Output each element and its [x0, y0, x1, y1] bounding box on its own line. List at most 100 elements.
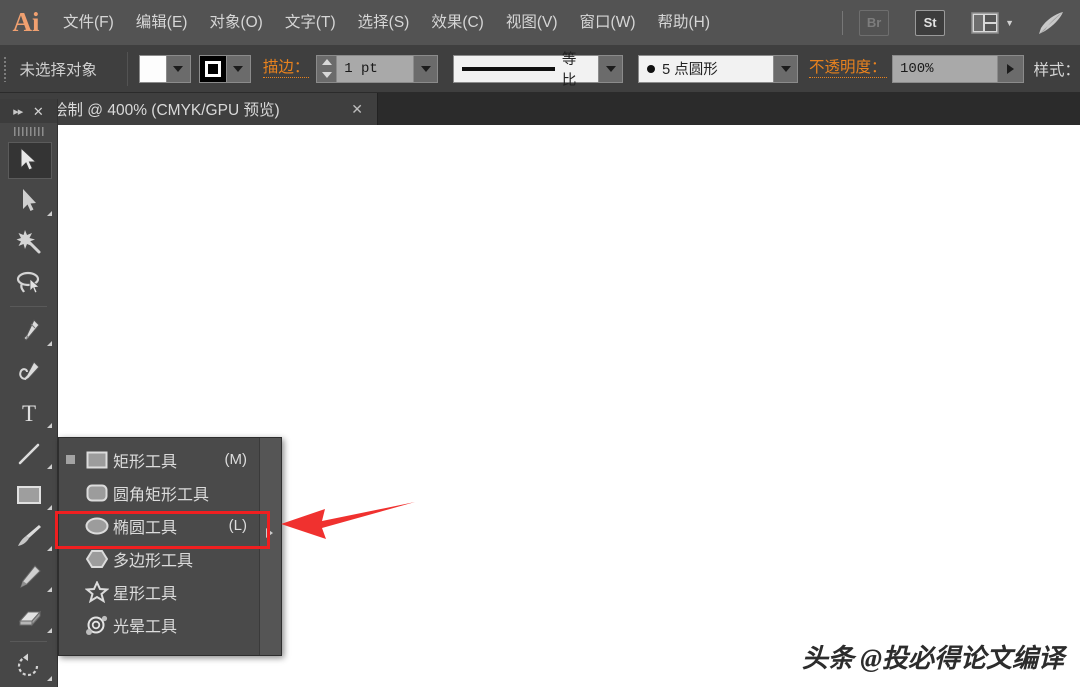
- stroke-swatch-icon[interactable]: [198, 54, 227, 83]
- control-bar-grip[interactable]: [0, 45, 10, 93]
- tearoff-arrow-icon: [266, 528, 273, 538]
- opacity-control[interactable]: 100%: [891, 54, 1024, 83]
- menu-item-select[interactable]: 选择(S): [347, 9, 421, 37]
- menu-item-window[interactable]: 窗口(W): [569, 9, 647, 37]
- menu-item-object[interactable]: 对象(O): [198, 9, 273, 37]
- document-tab-title: 绘制 @ 400% (CMYK/GPU 预览): [52, 102, 280, 119]
- tool-pen[interactable]: [0, 310, 58, 351]
- tool-magic-wand[interactable]: [0, 221, 58, 262]
- selection-status-label: 未选择对象: [19, 61, 98, 79]
- fill-swatch-icon[interactable]: [138, 54, 167, 83]
- star-icon: [81, 580, 113, 603]
- chevron-down-icon: [233, 65, 244, 72]
- opacity-flyout-button[interactable]: [997, 54, 1024, 83]
- flyout-item-flare[interactable]: 光晕工具: [59, 608, 259, 641]
- flyout-label-rounded-rectangle: 圆角矩形工具: [113, 486, 210, 504]
- menu-item-type[interactable]: 文字(T): [274, 9, 347, 37]
- flyout-label-rectangle: 矩形工具: [113, 453, 178, 471]
- stroke-control[interactable]: [198, 54, 251, 83]
- control-divider-1: [126, 51, 128, 86]
- style-label: 样式：: [1033, 61, 1080, 79]
- document-tab-bar: 绘制 @ 400% (CMYK/GPU 预览) ✕: [0, 93, 1080, 125]
- chevron-right-icon: [1006, 63, 1014, 74]
- tool-rectangle[interactable]: [0, 474, 58, 515]
- tool-direct-selection[interactable]: [0, 180, 58, 221]
- stroke-profile-dropdown-button[interactable]: [599, 54, 624, 83]
- brush-definition-dropdown-button[interactable]: [774, 54, 799, 83]
- menu-item-edit[interactable]: 编辑(E): [125, 9, 199, 37]
- flyout-item-list: 矩形工具 (M) 圆角矩形工具 椭圆工具 (L) 多边形工具 星形工具 光晕工具: [59, 438, 259, 655]
- tool-line-segment[interactable]: [0, 433, 58, 474]
- flyout-label-ellipse: 椭圆工具: [113, 519, 178, 537]
- illustrator-window: Ai 文件(F) 编辑(E) 对象(O) 文字(T) 选择(S) 效果(C) 视…: [0, 0, 1080, 687]
- tools-divider-2: [10, 641, 47, 642]
- tool-eraser[interactable]: [0, 597, 58, 638]
- menu-item-help[interactable]: 帮助(H): [646, 9, 721, 37]
- tool-pencil[interactable]: [0, 556, 58, 597]
- brush-definition-display[interactable]: 5 点圆形: [638, 54, 775, 83]
- stroke-weight-stepper[interactable]: [316, 54, 337, 83]
- flyout-label-flare: 光晕工具: [113, 618, 178, 636]
- chevron-up-icon[interactable]: [321, 59, 332, 65]
- stroke-profile-icon: [462, 66, 555, 71]
- flyout-item-rounded-rectangle[interactable]: 圆角矩形工具: [59, 476, 259, 509]
- chevron-down-icon[interactable]: [321, 72, 332, 78]
- menu-item-effect[interactable]: 效果(C): [420, 9, 495, 37]
- chevron-down-icon: [420, 65, 431, 72]
- fill-control[interactable]: [138, 54, 191, 83]
- flyout-label-polygon: 多边形工具: [113, 552, 194, 570]
- flyout-item-rectangle[interactable]: 矩形工具 (M): [59, 443, 259, 476]
- stroke-profile-display[interactable]: 等比: [453, 52, 600, 89]
- flyout-shortcut-rectangle: (M): [224, 451, 248, 468]
- collapse-icon[interactable]: ▸▸: [13, 105, 23, 118]
- brush-dot-icon: [647, 64, 656, 73]
- tool-type[interactable]: T: [0, 392, 58, 433]
- tool-paintbrush[interactable]: [0, 515, 58, 556]
- shape-tools-flyout-menu[interactable]: 矩形工具 (M) 圆角矩形工具 椭圆工具 (L) 多边形工具 星形工具 光晕工具: [58, 437, 282, 656]
- close-icon[interactable]: ✕: [33, 105, 44, 118]
- tools-divider-1: [10, 306, 47, 307]
- brush-definition-control[interactable]: 5 点圆形: [638, 54, 799, 83]
- tool-flyout-indicator-icon: [47, 587, 52, 592]
- stock-icon[interactable]: St: [915, 9, 946, 36]
- tool-curvature[interactable]: [0, 351, 58, 392]
- tool-flyout-indicator-icon: [47, 423, 52, 428]
- flyout-item-star[interactable]: 星形工具: [59, 575, 259, 608]
- polygon-icon: [81, 549, 113, 569]
- tools-panel-grip[interactable]: [0, 123, 57, 139]
- app-logo: Ai: [12, 7, 40, 37]
- stroke-weight-input[interactable]: 1 pt: [336, 54, 415, 83]
- ellipse-icon: [81, 517, 113, 535]
- flyout-item-polygon[interactable]: 多边形工具: [59, 542, 259, 575]
- brush-definition-label: 5 点圆形: [662, 62, 718, 78]
- close-icon[interactable]: ✕: [351, 102, 363, 116]
- red-left-arrow: [278, 498, 418, 549]
- menu-item-file[interactable]: 文件(F): [52, 9, 125, 37]
- tool-flyout-indicator-icon: [47, 546, 52, 551]
- opacity-label[interactable]: 不透明度：: [809, 59, 887, 79]
- flyout-item-ellipse[interactable]: 椭圆工具 (L): [59, 509, 259, 542]
- workspace-layout-icon[interactable]: [971, 11, 999, 34]
- control-bar: 未选择对象 描边： 1 pt 等比 5 点圆形 不透明度： 100% 样式：: [0, 45, 1080, 93]
- flyout-label-star: 星形工具: [113, 585, 178, 603]
- stroke-profile-control[interactable]: 等比: [453, 52, 624, 89]
- stroke-dropdown-button[interactable]: [226, 54, 251, 83]
- chevron-down-icon: [605, 65, 616, 72]
- tool-rotate[interactable]: [0, 645, 58, 686]
- stroke-weight-dropdown-button[interactable]: [414, 54, 439, 83]
- tool-lasso[interactable]: [0, 262, 58, 303]
- menu-item-view[interactable]: 视图(V): [495, 9, 569, 37]
- rocket-icon[interactable]: [1036, 10, 1066, 36]
- stroke-weight-label[interactable]: 描边：: [262, 59, 310, 79]
- stroke-weight-control[interactable]: 1 pt: [316, 54, 439, 83]
- fill-dropdown-button[interactable]: [166, 54, 191, 83]
- tool-flyout-indicator-icon: [47, 505, 52, 510]
- tools-panel-header: ▸▸ ✕: [0, 99, 57, 123]
- stroke-profile-label: 等比: [561, 51, 577, 89]
- tool-selection[interactable]: [0, 139, 58, 180]
- tools-panel: ▸▸ ✕ T: [0, 99, 58, 687]
- tool-flyout-indicator-icon: [47, 211, 52, 216]
- opacity-input[interactable]: 100%: [891, 54, 998, 83]
- workspace-chevron-down-icon[interactable]: ▼: [1005, 18, 1014, 28]
- bridge-icon[interactable]: Br: [859, 9, 890, 36]
